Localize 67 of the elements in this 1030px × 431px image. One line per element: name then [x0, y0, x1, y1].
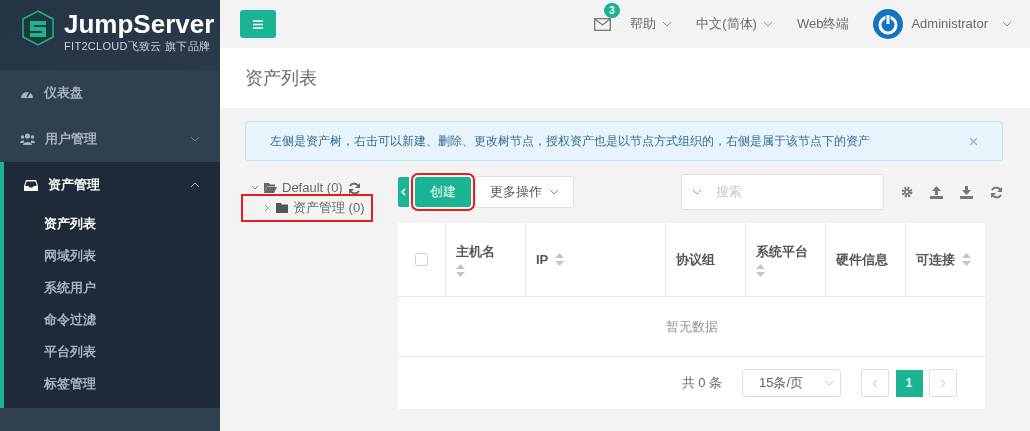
inbox-icon — [24, 179, 38, 191]
page-title: 资产列表 — [245, 66, 317, 90]
submenu-item[interactable]: 系统用户 — [4, 272, 220, 304]
users-icon — [20, 133, 35, 145]
upload-icon[interactable] — [930, 185, 943, 199]
search-box[interactable]: 搜索 — [681, 174, 884, 210]
column-header: 主机名 — [456, 242, 495, 261]
checkbox[interactable] — [415, 253, 428, 266]
more-actions-button[interactable]: 更多操作 — [475, 176, 574, 208]
caret-icon — [263, 204, 271, 212]
empty-text: 暂无数据 — [665, 317, 718, 336]
brand-name: JumpServer — [64, 10, 215, 38]
count-badge: 3 — [604, 3, 620, 19]
chevron-icon — [762, 21, 773, 27]
settings-icon[interactable] — [901, 186, 913, 198]
search-field[interactable]: 搜索 — [714, 181, 854, 203]
sort-icon[interactable] — [961, 253, 971, 266]
nav-menu[interactable]: 帮助 — [630, 14, 673, 34]
collapse-handle[interactable] — [398, 177, 409, 207]
chevron-left-icon — [872, 379, 878, 389]
chevron-left-icon — [401, 188, 406, 196]
caret-icon — [251, 184, 259, 192]
tree-node[interactable]: 资产管理 (0) — [245, 198, 369, 218]
menu-icon — [253, 20, 263, 30]
column-header: 系统平台 — [756, 242, 808, 261]
menu-button[interactable] — [240, 10, 276, 38]
brand-tagline: FIT2CLOUD飞致云 旗下品牌 — [64, 39, 212, 54]
avatar-icon — [873, 9, 904, 39]
nav-menu[interactable]: Web终端 — [796, 14, 850, 34]
refresh-icon[interactable] — [990, 185, 1003, 199]
column-header: IP — [536, 250, 549, 269]
nav-menu[interactable]: 中文(简体) — [696, 14, 773, 34]
column-header: 硬件信息 — [836, 250, 888, 269]
sort-icon[interactable] — [756, 264, 765, 278]
chevron-icon — [692, 189, 702, 195]
submenu-item[interactable]: 标签管理 — [4, 368, 220, 400]
next-page-button[interactable] — [929, 369, 957, 397]
user-menu[interactable]: Administrator — [873, 9, 1012, 39]
chevron-icon — [824, 380, 834, 386]
mail-icon[interactable] — [593, 18, 611, 32]
page-size-select[interactable]: 15条/页 — [742, 369, 841, 397]
chevron-right-icon — [940, 379, 946, 389]
chevron-icon — [548, 189, 559, 195]
folder-icon — [264, 183, 277, 193]
download-icon[interactable] — [960, 185, 973, 199]
logo-icon — [22, 10, 54, 46]
sidebar-item[interactable]: 仪表盘 — [0, 70, 220, 116]
sidebar-item[interactable]: 资产管理 — [4, 162, 220, 208]
sort-icon[interactable] — [554, 253, 564, 266]
chevron-icon — [662, 21, 673, 27]
column-header: 可连接 — [916, 250, 955, 269]
submenu-item[interactable]: 平台列表 — [4, 336, 220, 368]
close-icon[interactable] — [969, 136, 978, 146]
total-count: 共 0 条 — [681, 374, 722, 393]
chevron-icon — [190, 182, 200, 188]
chevron-icon — [190, 136, 200, 142]
column-header: 协议组 — [676, 250, 715, 269]
submenu-item[interactable]: 命令过滤 — [4, 304, 220, 336]
chevron-icon — [1002, 21, 1012, 27]
submenu-item[interactable]: 网域列表 — [4, 240, 220, 272]
folder-icon — [276, 203, 288, 213]
alert-text: 左侧是资产树，右击可以新建、删除、更改树节点，授权资产也是以节点方式组织的，右侧是属于该节点下的资产 — [270, 133, 870, 150]
refresh-icon[interactable] — [347, 181, 361, 195]
prev-page-button[interactable] — [861, 369, 889, 397]
sort-icon[interactable] — [456, 264, 465, 278]
sidebar-item[interactable]: 用户管理 — [0, 116, 220, 162]
submenu-item[interactable]: 资产列表 — [4, 208, 220, 240]
